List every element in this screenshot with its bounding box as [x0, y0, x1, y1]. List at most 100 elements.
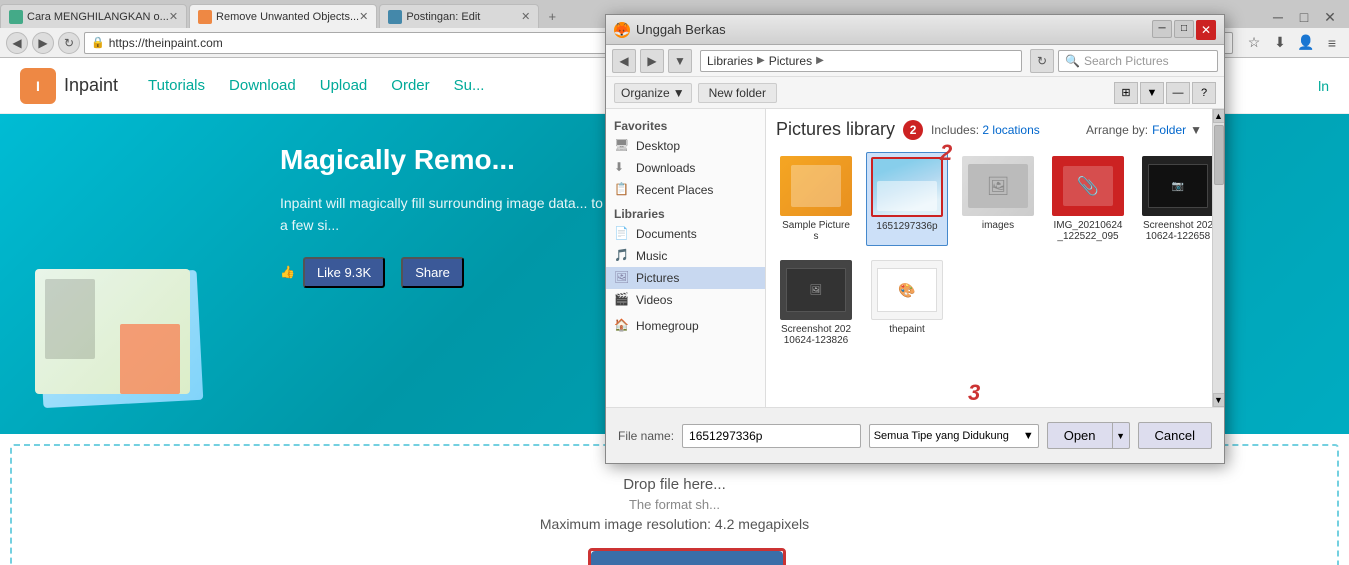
- dialog-overlay: 🦊 Unggah Berkas ─ □ ✕ ◀ ▶ ▼ Libraries ▶ …: [0, 0, 1349, 507]
- view-dropdown-button[interactable]: ▼: [1140, 82, 1164, 104]
- arrange-arrow: ▼: [1190, 123, 1202, 137]
- dialog-maximize[interactable]: □: [1174, 20, 1194, 38]
- cancel-button[interactable]: Cancel: [1138, 422, 1212, 449]
- file-item-screenshot1[interactable]: 📷 Screenshot 20210624-122658: [1138, 152, 1212, 246]
- view-buttons: ⊞ ▼ — ?: [1114, 82, 1216, 104]
- sidebar-item-pictures[interactable]: 🖼 Pictures: [606, 267, 765, 289]
- new-folder-label: New folder: [709, 86, 766, 100]
- dialog-back-button[interactable]: ◀: [612, 49, 636, 73]
- filetype-dropdown[interactable]: Semua Tipe yang Didukung ▼: [869, 424, 1039, 448]
- file-item-images[interactable]: 🖼 images: [958, 152, 1038, 246]
- upload-button-border: Upload Image: [588, 548, 786, 565]
- file-thumb-selected: [871, 157, 943, 217]
- dialog-titlebar: 🦊 Unggah Berkas ─ □ ✕: [606, 15, 1224, 45]
- upload-button-wrapper: 1 Upload Image: [32, 548, 1317, 565]
- scroll-down-button[interactable]: ▼: [1213, 393, 1225, 407]
- path-part-libraries: Libraries: [707, 54, 753, 68]
- sidebar-music-label: Music: [636, 249, 667, 263]
- view-toggle-button[interactable]: ⊞: [1114, 82, 1138, 104]
- open-button-group: Open ▼: [1047, 422, 1130, 449]
- dialog-main: Pictures library 2 Includes: 2 locations…: [766, 109, 1212, 407]
- path-arrow-1: ▶: [757, 55, 765, 66]
- filetype-arrow: ▼: [1023, 430, 1034, 442]
- music-icon: 🎵: [614, 248, 630, 264]
- file-item-img20210[interactable]: 📎 IMG_20210624_122522_095: [1048, 152, 1128, 246]
- organize-arrow: ▼: [673, 86, 685, 100]
- filename-input[interactable]: [682, 424, 861, 448]
- documents-icon: 📄: [614, 226, 630, 242]
- file-name-thepaint: thepaint: [889, 324, 925, 335]
- dialog-recent-button[interactable]: ▼: [668, 49, 692, 73]
- dialog-path-bar[interactable]: Libraries ▶ Pictures ▶: [700, 50, 1022, 72]
- dialog-search-bar[interactable]: 🔍 Search Pictures: [1058, 50, 1218, 72]
- file-thumb-images: 🖼: [962, 156, 1034, 216]
- help-button[interactable]: ?: [1192, 82, 1216, 104]
- dialog-close-button[interactable]: ✕: [1196, 20, 1216, 40]
- open-dropdown-button[interactable]: ▼: [1112, 422, 1130, 449]
- pictures-icon: 🖼: [614, 270, 630, 286]
- dialog-toolbar: ◀ ▶ ▼ Libraries ▶ Pictures ▶ ↻ 🔍 Search …: [606, 45, 1224, 77]
- arrange-by[interactable]: Arrange by: Folder ▼: [1086, 123, 1202, 137]
- dialog-body: Favorites 🖥 Desktop ⬇ Downloads 📋 Recent…: [606, 109, 1224, 407]
- organize-label: Organize: [621, 86, 670, 100]
- file-name-img20210: IMG_20210624_122522_095: [1052, 220, 1124, 242]
- libraries-label: Libraries: [606, 205, 765, 223]
- file-dialog: 🦊 Unggah Berkas ─ □ ✕ ◀ ▶ ▼ Libraries ▶ …: [605, 14, 1225, 464]
- step-2-annotation: 2: [940, 140, 952, 166]
- details-view-button[interactable]: —: [1166, 82, 1190, 104]
- file-item-selected[interactable]: 1651297336p: [866, 152, 948, 246]
- sidebar-item-desktop[interactable]: 🖥 Desktop: [606, 135, 765, 157]
- max-resolution-text: Maximum image resolution: 4.2 megapixels: [32, 516, 1317, 532]
- sidebar-item-downloads[interactable]: ⬇ Downloads: [606, 157, 765, 179]
- videos-icon: 🎬: [614, 292, 630, 308]
- file-item-screenshot2[interactable]: 🖼 Screenshot 20210624-123826: [776, 256, 856, 350]
- recent-icon: 📋: [614, 182, 630, 198]
- file-thumb-img20210: 📎: [1052, 156, 1124, 216]
- file-name-images: images: [982, 220, 1014, 231]
- scroll-up-button[interactable]: ▲: [1213, 109, 1225, 123]
- homegroup-icon: 🏠: [614, 318, 630, 334]
- dialog-forward-button[interactable]: ▶: [640, 49, 664, 73]
- homegroup-section: 🏠 Homegroup: [606, 315, 765, 337]
- favorites-section: Favorites 🖥 Desktop ⬇ Downloads 📋 Recent…: [606, 117, 765, 201]
- dialog-minimize[interactable]: ─: [1152, 20, 1172, 38]
- path-part-pictures: Pictures: [769, 54, 812, 68]
- scroll-thumb[interactable]: [1214, 125, 1224, 185]
- file-item-sample[interactable]: Sample Pictures: [776, 152, 856, 246]
- sidebar-item-recent[interactable]: 📋 Recent Places: [606, 179, 765, 201]
- sidebar-recent-label: Recent Places: [636, 183, 713, 197]
- library-title: Pictures library: [776, 119, 895, 140]
- file-item-thepaint[interactable]: 🎨 thepaint: [866, 256, 948, 350]
- dialog-scrollbar[interactable]: ▲ ▼: [1212, 109, 1224, 407]
- arrange-value: Folder: [1152, 123, 1186, 137]
- library-includes: Includes: 2 locations: [931, 123, 1040, 137]
- dialog-footer: File name: Semua Tipe yang Didukung ▼ Op…: [606, 407, 1224, 463]
- file-name-selected: 1651297336p: [876, 221, 937, 232]
- sidebar-item-music[interactable]: 🎵 Music: [606, 245, 765, 267]
- path-arrow-2: ▶: [816, 55, 824, 66]
- file-name-sample: Sample Pictures: [780, 220, 852, 242]
- sidebar-documents-label: Documents: [636, 227, 697, 241]
- open-button[interactable]: Open: [1047, 422, 1112, 449]
- locations-link[interactable]: 2 locations: [982, 123, 1039, 137]
- desktop-icon: 🖥: [614, 138, 630, 154]
- dialog-sidebar: Favorites 🖥 Desktop ⬇ Downloads 📋 Recent…: [606, 109, 766, 407]
- file-name-screenshot1: Screenshot 20210624-122658: [1142, 220, 1212, 242]
- upload-image-button[interactable]: Upload Image: [591, 551, 783, 565]
- file-name-screenshot2: Screenshot 20210624-123826: [780, 324, 852, 346]
- file-thumb-sample: [780, 156, 852, 216]
- new-folder-button[interactable]: New folder: [698, 83, 777, 103]
- dialog-icon: 🦊: [614, 22, 630, 38]
- sidebar-item-videos[interactable]: 🎬 Videos: [606, 289, 765, 311]
- sidebar-item-homegroup[interactable]: 🏠 Homegroup: [606, 315, 765, 337]
- file-thumb-screenshot2: 🖼: [780, 260, 852, 320]
- sidebar-pictures-label: Pictures: [636, 271, 679, 285]
- sidebar-item-documents[interactable]: 📄 Documents: [606, 223, 765, 245]
- sidebar-desktop-label: Desktop: [636, 139, 680, 153]
- organize-button[interactable]: Organize ▼: [614, 83, 692, 103]
- filename-label: File name:: [618, 429, 674, 443]
- refresh-button[interactable]: ↻: [1030, 49, 1054, 73]
- library-header: Pictures library 2 Includes: 2 locations…: [776, 119, 1202, 140]
- file-thumb-screenshot1: 📷: [1142, 156, 1212, 216]
- favorites-label: Favorites: [606, 117, 765, 135]
